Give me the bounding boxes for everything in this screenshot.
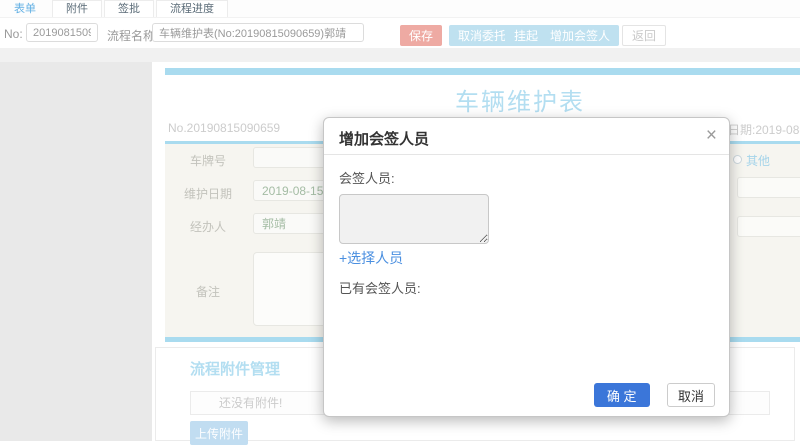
close-icon[interactable]: × [706, 124, 717, 148]
handler-label: 经办人 [189, 220, 226, 234]
countersign-textarea[interactable] [339, 194, 489, 244]
back-button[interactable]: 返回 [622, 25, 667, 46]
other-radio[interactable] [733, 155, 742, 164]
maintain-date-label: 维护日期 [183, 187, 232, 201]
countersign-label: 会签人员: [339, 171, 395, 186]
toolbar: No: 流程名称: 保存 取消委托 挂起 增加会签人 返回 [0, 18, 800, 48]
add-countersign-modal: 增加会签人员 × 会签人员: +选择人员 已有会签人员: 确 定 取消 [323, 117, 730, 417]
form-no-text: No.20190815090659 [168, 121, 281, 135]
save-button[interactable]: 保存 [400, 25, 443, 46]
confirm-button[interactable]: 确 定 [593, 383, 650, 407]
select-person-link[interactable]: +选择人员 [339, 248, 403, 268]
modal-title: 增加会签人员 [339, 131, 430, 148]
modal-header: 增加会签人员 × [324, 118, 729, 155]
form-top-bar [165, 68, 800, 75]
modal-footer: 确 定 取消 [593, 383, 715, 407]
no-input[interactable] [26, 23, 98, 42]
plate-label: 车牌号 [189, 154, 226, 168]
no-label: No: [4, 27, 23, 41]
right-field-1[interactable] [737, 177, 800, 198]
tab-sign-approve[interactable]: 签批 [104, 0, 154, 17]
existing-countersign-label: 已有会签人员: [339, 281, 421, 296]
modal-body: 会签人员: +选择人员 已有会签人员: [324, 155, 729, 297]
tab-process-progress[interactable]: 流程进度 [156, 0, 228, 17]
process-name-input[interactable] [152, 23, 364, 42]
process-name-label: 流程名称: [107, 29, 159, 43]
form-title: 车辆维护表 [455, 89, 585, 116]
add-countersign-button[interactable]: 增加会签人 [541, 25, 620, 46]
tab-bar: 表单 附件 签批 流程进度 [0, 0, 800, 18]
attachments-title: 流程附件管理 [190, 361, 281, 378]
cancel-button[interactable]: 取消 [666, 383, 715, 407]
right-field-2[interactable] [737, 216, 800, 237]
tab-attachments[interactable]: 附件 [52, 0, 102, 17]
upload-attachment-button[interactable]: 上传附件 [190, 421, 248, 445]
divider-strip [0, 48, 800, 62]
remark-label: 备注 [195, 285, 220, 299]
other-radio-label: 其他 [746, 154, 771, 168]
tab-form[interactable]: 表单 [0, 0, 50, 17]
